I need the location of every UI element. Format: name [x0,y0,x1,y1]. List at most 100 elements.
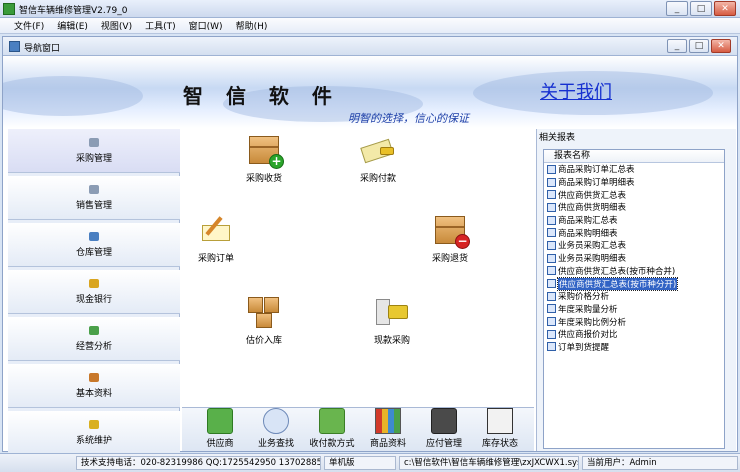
box-remove-icon: − [432,213,470,249]
sidebar-item-label: 现金银行 [75,294,112,305]
report-icon [547,279,556,289]
report-item-label: 商品采购汇总表 [558,216,618,227]
purchase-receive-tool[interactable]: + 采购收货 [224,133,304,184]
menu-edit[interactable]: 编辑(E) [57,19,88,32]
menu-view[interactable]: 视图(V) [101,19,132,32]
minimize-button[interactable]: _ [666,1,688,16]
payment-method-button[interactable]: 收付款方式 [306,408,358,449]
tool-label: 采购收货 [245,174,282,184]
sidebar-item-purchase[interactable]: 采购管理 [8,129,180,173]
valuation-in-tool[interactable]: 估价入库 [224,295,304,346]
order-pen-icon [198,213,234,247]
menu-bar: 文件(F) 编辑(E) 视图(V) 工具(T) 窗口(W) 帮助(H) [0,18,740,34]
report-item[interactable]: 供应商供货汇总表(按币种合并) [544,265,724,278]
report-item-label: 供应商供货明细表 [558,203,627,214]
nav-close-button[interactable]: ✕ [711,39,731,53]
report-item-label: 年度采购比例分析 [558,317,627,328]
toolbar-label: 库存状态 [481,439,518,449]
sidebar-item-label: 采购管理 [75,153,112,164]
report-item[interactable]: 商品采购订单明细表 [544,176,724,189]
report-icon [547,329,556,339]
toolbar-label: 应付管理 [425,439,462,449]
report-item[interactable]: 供应商供货明细表 [544,201,724,214]
report-item-label: 商品采购订单明细表 [558,178,635,189]
report-item-label: 供应商报价对比 [558,330,618,341]
cash-purchase-icon [374,295,410,329]
report-item[interactable]: 年度采购比例分析 [544,315,724,328]
status-edition: 单机版 [324,456,396,470]
report-panel: 相关报表 报表名称 商品采购订单汇总表 商品采购订单明细表 供应商供货汇总表 供应商供… [536,129,736,451]
report-item[interactable]: 商品采购汇总表 [544,214,724,227]
report-item[interactable]: 订单到货提醒 [544,341,724,354]
banner: 智 信 软 件 明智的选择，信心的保证 关于我们 [3,56,737,128]
report-icon [547,317,556,327]
status-bar: 技术支持电话：020-82319986 QQ:1725542950 137028… [0,453,740,472]
menu-window[interactable]: 窗口(W) [189,19,223,32]
chart-icon [89,325,99,335]
report-item-label: 业务员采购明细表 [558,254,627,265]
report-item[interactable]: 业务员采购汇总表 [544,239,724,252]
monitor-icon [487,408,513,434]
report-icon [547,304,556,314]
nav-maximize-button[interactable]: □ [689,39,709,53]
report-item[interactable]: 商品采购明细表 [544,226,724,239]
payment-icon [360,133,396,167]
search-icon [263,408,289,434]
report-icon [547,228,556,238]
menu-help[interactable]: 帮助(H) [236,19,268,32]
report-item[interactable]: 供应商供货汇总表 [544,188,724,201]
business-search-button[interactable]: 业务查找 [250,408,302,449]
about-us-link[interactable]: 关于我们 [540,78,612,104]
sidebar-item-cash-bank[interactable]: 现金银行 [8,270,180,314]
purchase-order-tool[interactable]: 采购订单 [176,213,256,264]
workflow-canvas: + 采购收货 采购付款 采购订单 − 采购退货 估价入库 现款采购 [182,129,534,407]
app-icon [3,3,15,15]
sidebar-item-basic-data[interactable]: 基本资料 [8,364,180,408]
cloud-decoration [3,76,143,116]
module-sidebar: 采购管理 销售管理 仓库管理 现金银行 经营分析 基本资料 系统维护 [8,129,180,455]
status-support: 技术支持电话：020-82319986 QQ:1725542950 137028… [76,456,321,470]
report-icon [547,253,556,263]
goods-data-button[interactable]: 商品资料 [362,408,414,449]
sidebar-item-analysis[interactable]: 经营分析 [8,317,180,361]
payable-button[interactable]: 应付管理 [418,408,470,449]
report-item-label: 供应商供货汇总表(按币种分开) [556,276,679,291]
sidebar-item-label: 销售管理 [75,200,112,211]
stock-status-button[interactable]: 库存状态 [474,408,526,449]
brand-title: 智 信 软 件 [183,84,340,108]
report-icon [547,202,556,212]
sidebar-item-warehouse[interactable]: 仓库管理 [8,223,180,267]
sidebar-item-sales[interactable]: 销售管理 [8,176,180,220]
boxes-icon [246,295,282,329]
tool-label: 现款采购 [373,336,410,346]
report-item[interactable]: 供应商报价对比 [544,328,724,341]
report-item[interactable]: 业务员采购明细表 [544,252,724,265]
report-item[interactable]: 商品采购订单汇总表 [544,163,724,176]
supplier-button[interactable]: 供应商 [194,408,246,449]
report-icon [547,240,556,250]
title-bar: 智信车辆维修管理V2.79_0 _ □ ✕ [0,0,740,18]
report-item[interactable]: 供应商供货汇总表(按币种分开) [544,276,724,291]
cash-purchase-tool[interactable]: 现款采购 [352,295,432,346]
close-button[interactable]: ✕ [714,1,736,16]
report-item[interactable]: 采购价格分析 [544,290,724,303]
purchase-pay-tool[interactable]: 采购付款 [338,133,418,184]
menu-tools[interactable]: 工具(T) [145,19,176,32]
sidebar-item-system[interactable]: 系统维护 [8,411,180,455]
report-icon [547,164,556,174]
book-icon [89,372,99,382]
report-item[interactable]: 年度采购量分析 [544,303,724,316]
toolbar-label: 商品资料 [369,439,406,449]
report-column-header[interactable]: 报表名称 [544,150,724,163]
menu-file[interactable]: 文件(F) [14,19,44,32]
maximize-button[interactable]: □ [690,1,712,16]
sidebar-item-label: 经营分析 [75,341,112,352]
status-path: c:\智信软件\智信车辆维修管理\zxJXCWX1.sys [399,456,579,470]
window-title: 智信车辆维修管理V2.79_0 [19,6,128,16]
nav-minimize-button[interactable]: _ [667,39,687,53]
report-item-label: 商品采购订单汇总表 [558,165,635,176]
report-item-label: 业务员采购汇总表 [558,241,627,252]
report-icon [547,177,556,187]
report-item-label: 订单到货提醒 [558,342,610,353]
purchase-return-tool[interactable]: − 采购退货 [410,213,490,264]
